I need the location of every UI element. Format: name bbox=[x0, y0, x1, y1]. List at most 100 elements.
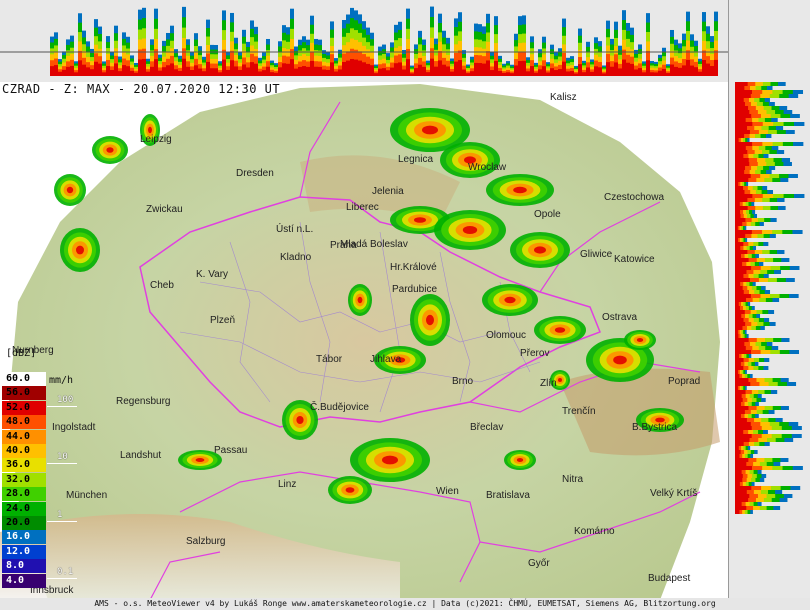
side-profile-bar bbox=[735, 142, 753, 146]
top-profile-bar bbox=[558, 69, 562, 76]
side-profile-bar bbox=[735, 250, 748, 254]
top-profile-bar bbox=[534, 72, 538, 76]
top-profile-bar bbox=[86, 67, 90, 76]
top-profile-bar bbox=[398, 62, 402, 76]
side-profile-bar bbox=[735, 318, 744, 322]
side-profile-bar bbox=[735, 262, 743, 266]
side-profile-bar bbox=[735, 390, 746, 394]
top-profile-bar bbox=[178, 70, 182, 76]
city-label: B.Bystrica bbox=[632, 422, 677, 433]
side-profile-bar bbox=[735, 342, 745, 346]
top-profile-bar bbox=[150, 66, 154, 76]
side-profile-bar bbox=[735, 182, 739, 186]
top-profile-bar bbox=[210, 68, 214, 76]
city-label: Czestochowa bbox=[604, 192, 664, 203]
top-profile-bar bbox=[566, 71, 570, 76]
side-profile-bar bbox=[735, 378, 749, 382]
side-profile-bar bbox=[735, 174, 751, 178]
top-profile-bar bbox=[170, 63, 174, 76]
legend-level-2: 52.0 bbox=[2, 400, 46, 415]
top-profile-bar bbox=[426, 72, 430, 76]
side-profile-bar bbox=[735, 190, 745, 194]
side-profile-bar bbox=[735, 322, 746, 326]
side-profile-bar bbox=[735, 110, 750, 114]
legend-level-13: 8.0 bbox=[2, 559, 46, 574]
side-profile-bar bbox=[735, 438, 750, 442]
mmh-tick-label: 0.1 bbox=[57, 567, 74, 578]
top-profile-bar bbox=[250, 62, 254, 76]
side-profile-bar bbox=[735, 254, 741, 258]
top-profile-bar bbox=[406, 59, 410, 76]
top-profile-bar bbox=[190, 70, 194, 76]
top-profile-bar bbox=[274, 72, 278, 76]
top-profile-bar bbox=[514, 65, 518, 76]
side-profile-bar bbox=[735, 454, 740, 458]
top-profile-bar bbox=[162, 67, 166, 76]
city-labels-layer: Kalisz Leipzig Dresden Jelenia Legnica Wrocla… bbox=[12, 92, 700, 596]
side-profile-bar bbox=[735, 330, 738, 334]
top-profile-bar bbox=[294, 68, 298, 76]
top-profile-bar bbox=[218, 72, 222, 76]
side-profile-bar bbox=[735, 398, 743, 402]
top-profile-bar bbox=[586, 67, 590, 76]
corner-panel bbox=[728, 0, 810, 83]
side-profile-bar bbox=[735, 214, 741, 218]
top-profile-bar bbox=[394, 63, 398, 76]
top-profile-bar bbox=[386, 70, 390, 76]
top-profile-bar bbox=[382, 68, 386, 76]
top-profile-bar bbox=[482, 63, 486, 76]
side-profile-bar bbox=[735, 94, 751, 98]
side-profile-bar bbox=[735, 270, 747, 274]
side-profile-bar bbox=[735, 418, 747, 422]
top-profile-bar bbox=[642, 72, 646, 76]
side-profile-bar bbox=[735, 478, 743, 482]
legend-level-3: 48.0 bbox=[2, 415, 46, 430]
top-profile-bar bbox=[462, 69, 466, 76]
top-profile-bar bbox=[114, 63, 118, 76]
legend-level-5: 40.0 bbox=[2, 444, 46, 458]
top-profile-bar bbox=[222, 59, 226, 76]
top-profile-bar bbox=[254, 63, 258, 76]
legend-level-0: 60.0 bbox=[2, 372, 46, 386]
radar-map[interactable]: Kalisz Leipzig Dresden Jelenia Legnica Wrocla… bbox=[0, 82, 728, 600]
city-label: Regensburg bbox=[116, 396, 170, 407]
side-profile-bar bbox=[735, 82, 748, 86]
side-profile-bar bbox=[735, 406, 749, 410]
city-label: Ostrava bbox=[602, 312, 637, 323]
city-label: Passau bbox=[214, 445, 247, 456]
top-profile-bar bbox=[602, 73, 606, 76]
top-profile-bar bbox=[678, 67, 682, 76]
side-profile-bar bbox=[735, 486, 752, 490]
top-profile-bar bbox=[710, 66, 714, 76]
side-profile-bar bbox=[735, 242, 744, 246]
top-profile-bar bbox=[646, 60, 650, 76]
side-profile-bar bbox=[735, 358, 744, 362]
top-profile-bar bbox=[626, 62, 630, 76]
top-profile-bar bbox=[98, 63, 102, 76]
city-label: Brno bbox=[452, 376, 474, 387]
city-label: Leipzig bbox=[140, 134, 172, 145]
top-profile-bar bbox=[706, 63, 710, 76]
side-profile-bar bbox=[735, 334, 739, 338]
city-label: Nitra bbox=[562, 474, 584, 485]
top-cross-section-panel bbox=[0, 0, 728, 83]
side-profile-bar bbox=[735, 442, 744, 446]
side-cross-section-panel bbox=[728, 82, 810, 600]
city-label: K. Vary bbox=[196, 269, 228, 280]
top-profile-bar bbox=[622, 59, 626, 76]
top-profile-bar bbox=[302, 66, 306, 76]
side-profile-bar bbox=[735, 234, 746, 238]
top-profile-bar bbox=[338, 69, 342, 76]
top-profile-bar bbox=[110, 69, 114, 76]
top-profile-bar bbox=[570, 71, 574, 76]
top-profile-bar bbox=[158, 70, 162, 76]
side-profile-bar bbox=[735, 314, 742, 318]
top-profile-bar bbox=[670, 64, 674, 76]
side-profile-bar bbox=[735, 410, 745, 414]
top-profile-bar bbox=[582, 72, 586, 76]
side-profile-bar bbox=[735, 202, 740, 206]
top-profile-bar bbox=[270, 72, 274, 76]
top-profile-bar bbox=[106, 66, 110, 76]
city-label: Landshut bbox=[120, 450, 161, 461]
city-label: Jihlava bbox=[370, 354, 402, 365]
